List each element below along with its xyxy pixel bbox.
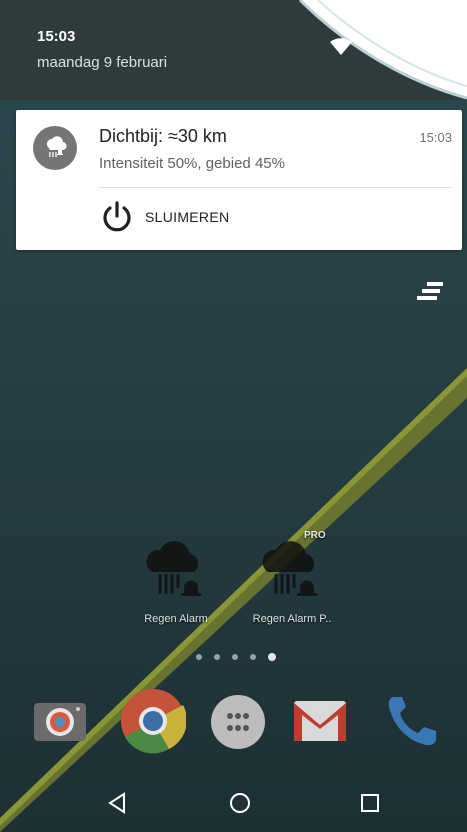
app-label: Regen Alarm P.. — [252, 613, 332, 625]
recents-icon — [361, 794, 379, 812]
notification-title: Dichtbij: ≈30 km — [99, 126, 227, 146]
regen-alarm-pro-icon: PRO — [262, 530, 326, 596]
status-date: maandag 9 februari — [37, 54, 168, 71]
pro-badge: PRO — [304, 530, 326, 541]
page-dot-active — [268, 653, 276, 661]
recents-button[interactable] — [355, 788, 385, 818]
snooze-label: SLUIMEREN — [145, 209, 230, 225]
page-indicator — [196, 653, 276, 661]
snooze-button[interactable]: SLUIMEREN — [99, 197, 229, 237]
power-icon — [103, 201, 131, 232]
rain-cloud-icon — [33, 126, 77, 170]
page-dot — [250, 654, 256, 660]
phone-icon[interactable] — [384, 693, 440, 749]
app-regen-alarm-pro[interactable]: PRO Regen Alarm P.. — [250, 526, 334, 625]
chrome-icon[interactable] — [120, 688, 186, 754]
back-icon — [108, 792, 125, 814]
status-time: 15:03 — [37, 28, 76, 45]
notification-divider — [99, 187, 452, 188]
app-regen-alarm[interactable]: Regen Alarm — [138, 532, 214, 625]
navigation-bar — [0, 770, 467, 832]
page-dot — [196, 654, 202, 660]
home-icon — [230, 793, 250, 813]
gmail-icon[interactable] — [292, 693, 348, 749]
page-dot — [232, 654, 238, 660]
app-label: Regen Alarm — [144, 613, 208, 625]
regen-alarm-icon — [146, 541, 201, 596]
notification-card[interactable]: Dichtbij: ≈30 km 15:03 Intensiteit 50%, … — [16, 110, 462, 250]
app-drawer-icon[interactable] — [210, 694, 266, 750]
back-button[interactable] — [102, 788, 132, 818]
home-button[interactable] — [225, 788, 255, 818]
camera-icon[interactable] — [32, 693, 88, 749]
clear-all-icon[interactable] — [417, 280, 445, 302]
wifi-icon — [330, 38, 352, 55]
notification-time: 15:03 — [419, 130, 452, 145]
notification-text: Intensiteit 50%, gebied 45% — [99, 155, 285, 172]
page-dot — [214, 654, 220, 660]
